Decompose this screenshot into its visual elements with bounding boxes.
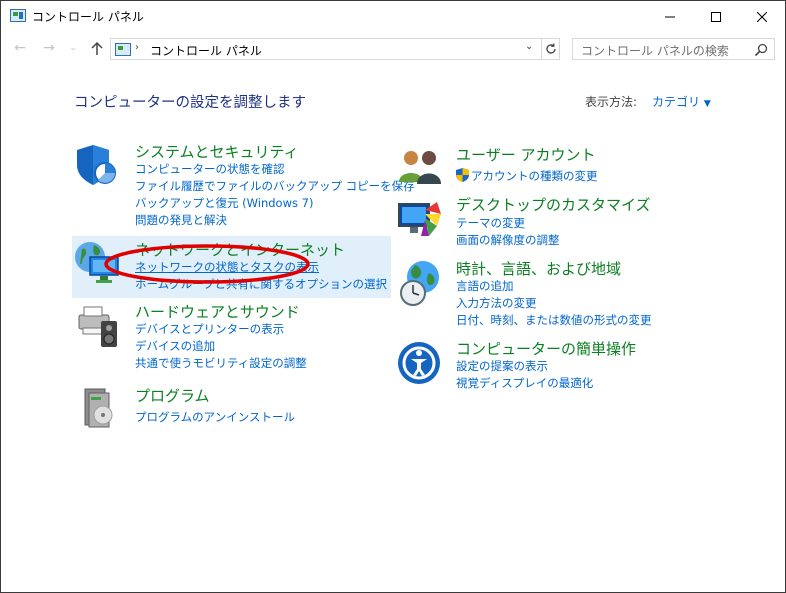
link-add-language[interactable]: 言語の追加 (456, 278, 514, 294)
link-add-device[interactable]: デバイスの追加 (135, 338, 215, 354)
search-box[interactable]: コントロール パネルの検索 (572, 38, 775, 60)
address-dropdown-icon[interactable]: ⌄ (525, 41, 533, 52)
forward-arrow-icon: → (43, 40, 55, 56)
chevron-down-icon: ⌄ (69, 43, 77, 53)
globe-clock-icon[interactable] (397, 259, 445, 307)
view-by-dropdown[interactable]: カテゴリ ▼ (652, 93, 711, 110)
link-change-account-type[interactable]: アカウントの種類の変更 (471, 168, 598, 184)
up-button[interactable] (89, 40, 105, 56)
address-bar[interactable]: › コントロール パネル ⌄ (110, 38, 560, 60)
link-check-computer-status[interactable]: コンピューターの状態を確認 (135, 161, 285, 177)
category-programs[interactable]: プログラム (135, 385, 210, 406)
forward-button[interactable]: → (41, 40, 57, 56)
link-troubleshoot[interactable]: 問題の発見と解決 (135, 212, 227, 228)
programs-box-icon[interactable] (79, 383, 127, 431)
close-button[interactable] (739, 1, 785, 32)
link-devices-printers[interactable]: デバイスとプリンターの表示 (135, 321, 284, 337)
link-uninstall-program[interactable]: プログラムのアンインストール (135, 409, 295, 425)
category-desktop-customize[interactable]: デスクトップのカスタマイズ (456, 194, 651, 215)
link-suggested-settings[interactable]: 設定の提案の表示 (456, 358, 548, 374)
control-panel-location-icon (115, 43, 131, 56)
link-change-theme[interactable]: テーマの変更 (456, 215, 525, 231)
control-panel-window: コントロール パネル ← → ⌄ › コントロール パネル ⌄ コントロール パ… (0, 0, 786, 593)
link-mobility-settings[interactable]: 共通で使うモビリティ設定の調整 (135, 355, 307, 371)
view-by-label: 表示方法: (585, 95, 638, 109)
up-arrow-icon (91, 41, 103, 55)
shield-icon[interactable] (73, 141, 121, 189)
close-icon (757, 11, 767, 22)
refresh-icon (546, 43, 556, 54)
breadcrumb-separator-icon[interactable]: › (135, 42, 139, 53)
back-arrow-icon: ← (14, 40, 26, 56)
minimize-icon (665, 16, 675, 17)
category-clock-language-region[interactable]: 時計、言語、および地域 (456, 258, 621, 279)
breadcrumb-control-panel[interactable]: コントロール パネル (150, 42, 262, 59)
users-icon[interactable] (397, 144, 445, 192)
uac-shield-icon (456, 168, 469, 182)
refresh-button[interactable] (541, 39, 560, 59)
link-adjust-resolution[interactable]: 画面の解像度の調整 (456, 232, 560, 248)
search-icon[interactable] (753, 42, 769, 58)
page-title: コンピューターの設定を調整します (74, 95, 306, 111)
window-title: コントロール パネル (32, 10, 144, 24)
back-button[interactable]: ← (12, 40, 28, 56)
maximize-button[interactable] (693, 1, 739, 32)
category-hardware-sound[interactable]: ハードウェアとサウンド (135, 301, 300, 322)
view-by-value[interactable]: カテゴリ (652, 95, 700, 109)
ease-of-access-icon[interactable] (397, 341, 445, 389)
control-panel-app-icon (10, 9, 26, 22)
title-bar[interactable]: コントロール パネル (1, 1, 785, 32)
monitor-palette-icon[interactable] (397, 196, 445, 244)
navigation-bar: ← → ⌄ › コントロール パネル ⌄ コントロール パネルの検索 (1, 32, 785, 66)
link-backup-restore[interactable]: バックアップと復元 (Windows 7) (135, 195, 313, 211)
category-ease-of-access[interactable]: コンピューターの簡単操作 (456, 338, 636, 359)
link-optimize-visual-display[interactable]: 視覚ディスプレイの最適化 (456, 375, 593, 391)
link-file-history-backup[interactable]: ファイル履歴でファイルのバックアップ コピーを保存 (135, 178, 415, 194)
category-system-security[interactable]: システムとセキュリティ (135, 141, 299, 162)
minimize-button[interactable] (647, 1, 693, 32)
chevron-down-icon: ▼ (703, 99, 711, 109)
maximize-icon (711, 11, 721, 22)
printer-speaker-icon[interactable] (75, 301, 123, 349)
search-input[interactable]: コントロール パネルの検索 (581, 42, 729, 59)
annotation-ellipse (104, 244, 310, 284)
link-change-date-time-format[interactable]: 日付、時刻、または数値の形式の変更 (456, 312, 652, 328)
recent-locations-button[interactable]: ⌄ (65, 40, 81, 56)
category-user-accounts[interactable]: ユーザー アカウント (456, 144, 595, 165)
link-change-input-method[interactable]: 入力方法の変更 (456, 295, 537, 311)
